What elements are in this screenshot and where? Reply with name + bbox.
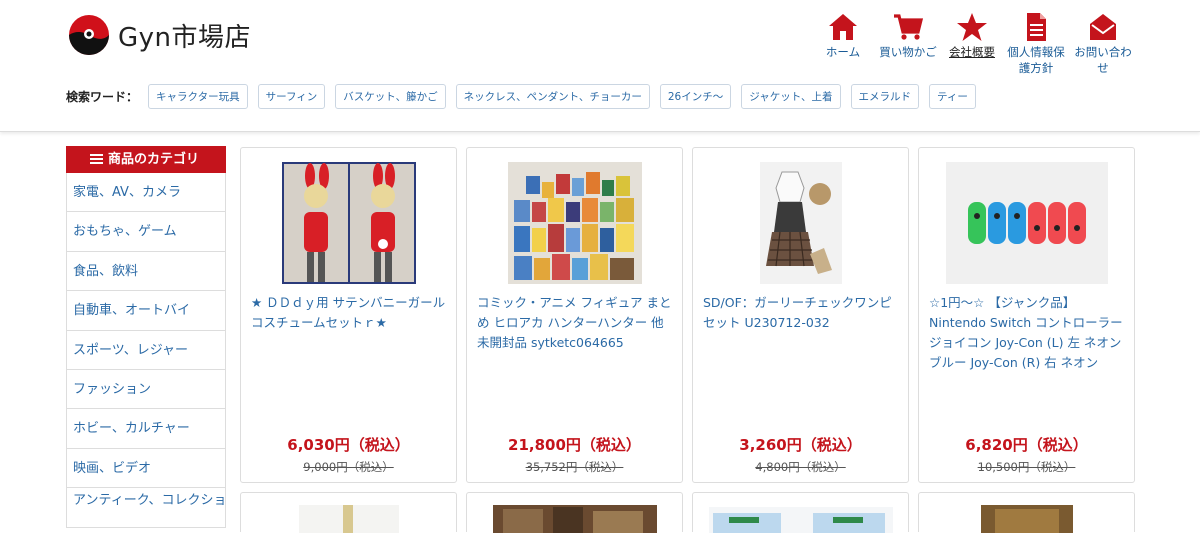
- category-item[interactable]: ファッション: [66, 369, 226, 410]
- product-old-price: 4,800円（税込）: [755, 460, 846, 474]
- product-title[interactable]: ★ ＤＤｄｙ用 サテンバニーガールコスチュームセットｒ★: [251, 293, 446, 333]
- product-card[interactable]: SD/OF：ガーリーチェックワンピセット U230712-032 3,260円（…: [692, 147, 909, 483]
- site-logo[interactable]: Gyn市場店: [68, 14, 251, 56]
- search-keywords: 検索ワード： キャラクター玩具 サーフィン バスケット、籐かご ネックレス、ペン…: [66, 84, 986, 109]
- keyword-tag[interactable]: ティー: [929, 84, 976, 109]
- keyword-tag[interactable]: ネックレス、ペンダント、チョーカー: [455, 84, 650, 109]
- product-card[interactable]: [918, 492, 1135, 533]
- site-name: Gyn市場店: [118, 22, 252, 53]
- product-card[interactable]: [466, 492, 683, 533]
- product-old-price: 35,752円（税込）: [525, 460, 624, 474]
- header-nav: ホーム 買い物かご 会社概要 個人情報保護方針 お問い合わせ: [820, 12, 1132, 76]
- product-photo-partial: [981, 505, 1073, 533]
- product-photo-partial: [709, 507, 893, 533]
- product-price: 6,030円（税込）: [287, 436, 410, 454]
- product-image[interactable]: [919, 162, 1134, 284]
- menu-icon: [90, 154, 103, 164]
- product-price: 21,800円（税込）: [508, 436, 641, 454]
- cart-icon: [894, 14, 924, 40]
- logo-mark-icon: [69, 15, 109, 55]
- category-item[interactable]: おもちゃ、ゲーム: [66, 212, 226, 252]
- search-keywords-label: 検索ワード：: [66, 90, 139, 104]
- keyword-tag[interactable]: ジャケット、上着: [741, 84, 841, 109]
- category-item[interactable]: 映画、ビデオ: [66, 448, 226, 489]
- product-image[interactable]: [693, 162, 908, 284]
- nav-company[interactable]: 会社概要: [944, 12, 1000, 76]
- keyword-tag[interactable]: 26インチ～: [659, 84, 732, 109]
- category-item[interactable]: 自動車、オートバイ: [66, 291, 226, 331]
- star-icon: [957, 13, 987, 41]
- nav-company-label: 会社概要: [949, 45, 995, 59]
- nav-contact[interactable]: お問い合わせ: [1074, 12, 1132, 76]
- nav-privacy-label: 個人情報保護方針: [1007, 45, 1065, 75]
- product-card[interactable]: コミック・アニメ フィギュア まとめ ヒロアカ ハンターハンター 他 未開封品 …: [466, 147, 683, 483]
- product-card[interactable]: ★ ＤＤｄｙ用 サテンバニーガールコスチュームセットｒ★ 6,030円（税込） …: [240, 147, 457, 483]
- product-photo-joycons: [945, 162, 1108, 284]
- product-title[interactable]: SD/OF：ガーリーチェックワンピセット U230712-032: [703, 293, 898, 333]
- mail-icon: [1090, 14, 1116, 40]
- product-photo-partial: [299, 505, 399, 533]
- product-price: 3,260円（税込）: [739, 436, 862, 454]
- nav-contact-label: お問い合わせ: [1074, 45, 1132, 75]
- product-card[interactable]: [692, 492, 909, 533]
- nav-cart[interactable]: 買い物かご: [878, 12, 938, 76]
- category-item[interactable]: スポーツ、レジャー: [66, 330, 226, 370]
- category-item[interactable]: ホビー、カルチャー: [66, 409, 226, 449]
- nav-privacy[interactable]: 個人情報保護方針: [1004, 12, 1068, 76]
- product-price: 6,820円（税込）: [965, 436, 1088, 454]
- product-photo-partial: [493, 505, 657, 533]
- product-title[interactable]: コミック・アニメ フィギュア まとめ ヒロアカ ハンターハンター 他 未開封品 …: [477, 293, 672, 353]
- category-item[interactable]: 食品、飲料: [66, 251, 226, 292]
- product-photo-bunny-doll: [281, 162, 416, 284]
- product-image[interactable]: [467, 162, 682, 284]
- product-photo-figures: [507, 162, 642, 284]
- category-title-text: 商品のカテゴリ: [108, 152, 200, 167]
- product-card[interactable]: [240, 492, 457, 533]
- category-item[interactable]: 家電、AV、カメラ: [66, 173, 226, 213]
- category-sidebar-title: 商品のカテゴリ: [66, 146, 226, 173]
- product-old-price: 10,500円（税込）: [977, 460, 1076, 474]
- document-icon: [1027, 13, 1046, 41]
- category-sidebar: 商品のカテゴリ 家電、AV、カメラ おもちゃ、ゲーム 食品、飲料 自動車、オート…: [66, 146, 226, 528]
- product-card[interactable]: ☆1円～☆ 【ジャンク品】 Nintendo Switch コントローラー ジョ…: [918, 147, 1135, 483]
- product-title[interactable]: ☆1円～☆ 【ジャンク品】 Nintendo Switch コントローラー ジョ…: [929, 293, 1124, 373]
- keyword-tag[interactable]: バスケット、籐かご: [335, 84, 446, 109]
- nav-cart-label: 買い物かご: [879, 45, 937, 59]
- product-image[interactable]: [241, 162, 456, 284]
- product-photo-dress: [759, 162, 842, 284]
- category-item[interactable]: アンティーク、コレクション: [66, 488, 226, 528]
- keyword-tag[interactable]: エメラルド: [850, 84, 920, 109]
- nav-home-label: ホーム: [825, 45, 861, 59]
- nav-home[interactable]: ホーム: [820, 12, 866, 76]
- site-header: Gyn市場店 ホーム 買い物かご 会社概要 個人情報保護方針 お問い合わせ 検索…: [0, 0, 1200, 132]
- keyword-tag[interactable]: サーフィン: [257, 84, 326, 109]
- keyword-tag[interactable]: キャラクター玩具: [148, 84, 248, 109]
- product-old-price: 9,000円（税込）: [303, 460, 394, 474]
- home-icon: [829, 14, 857, 40]
